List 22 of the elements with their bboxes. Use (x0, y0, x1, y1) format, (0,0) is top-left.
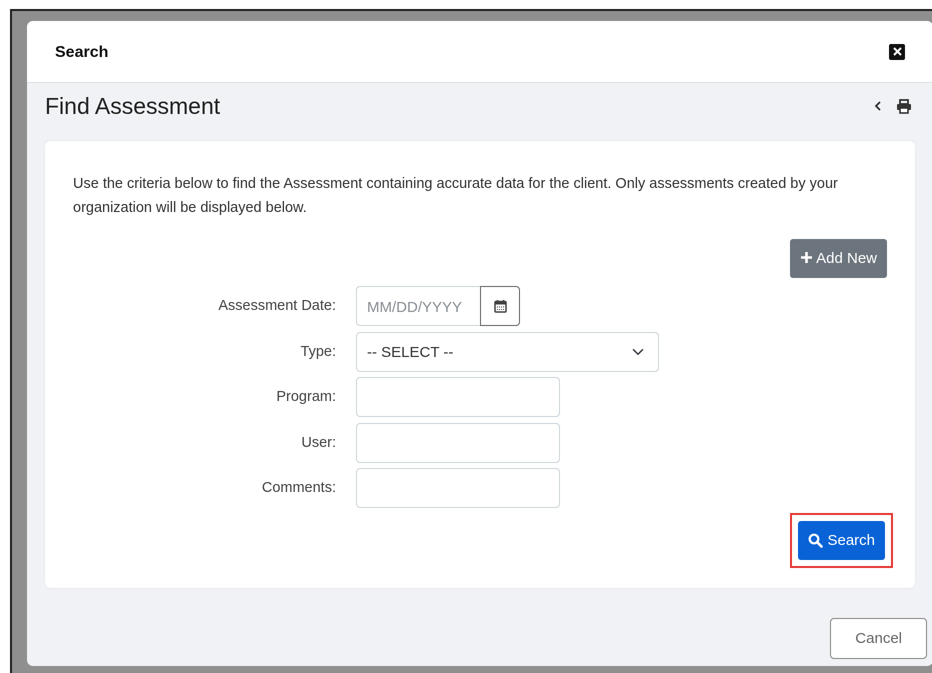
close-button[interactable] (889, 44, 905, 60)
field-label: Type: (300, 342, 337, 361)
cancel-button[interactable]: Cancel (830, 618, 927, 658)
dialog-title: Search (55, 42, 108, 62)
field-label: Assessment Date: (217, 296, 337, 316)
panel-title: Find Assessment (45, 92, 220, 121)
type-dropdown[interactable]: -- SELECT -- (356, 332, 659, 372)
date-field[interactable]: MM/DD/YYYY (356, 286, 480, 326)
plus-icon (800, 251, 814, 264)
search-button[interactable]: Search (798, 521, 885, 560)
text-field[interactable] (356, 377, 560, 418)
close-icon (892, 47, 902, 56)
search-icon (808, 532, 824, 548)
instructions-text: Use the criteria below to find the Assessment containing accurate data for the client. Only assessments created by your organization will be displayed below. (73, 174, 839, 217)
field-label: Program: (275, 387, 337, 406)
field-label: Comments: (260, 478, 337, 498)
field-label: User: (300, 432, 337, 452)
add-new-button[interactable]: Add New (790, 239, 887, 278)
text-field[interactable] (356, 422, 560, 463)
text-field[interactable] (356, 468, 560, 508)
calendar-button[interactable] (480, 286, 520, 326)
calendar-icon (494, 299, 506, 314)
